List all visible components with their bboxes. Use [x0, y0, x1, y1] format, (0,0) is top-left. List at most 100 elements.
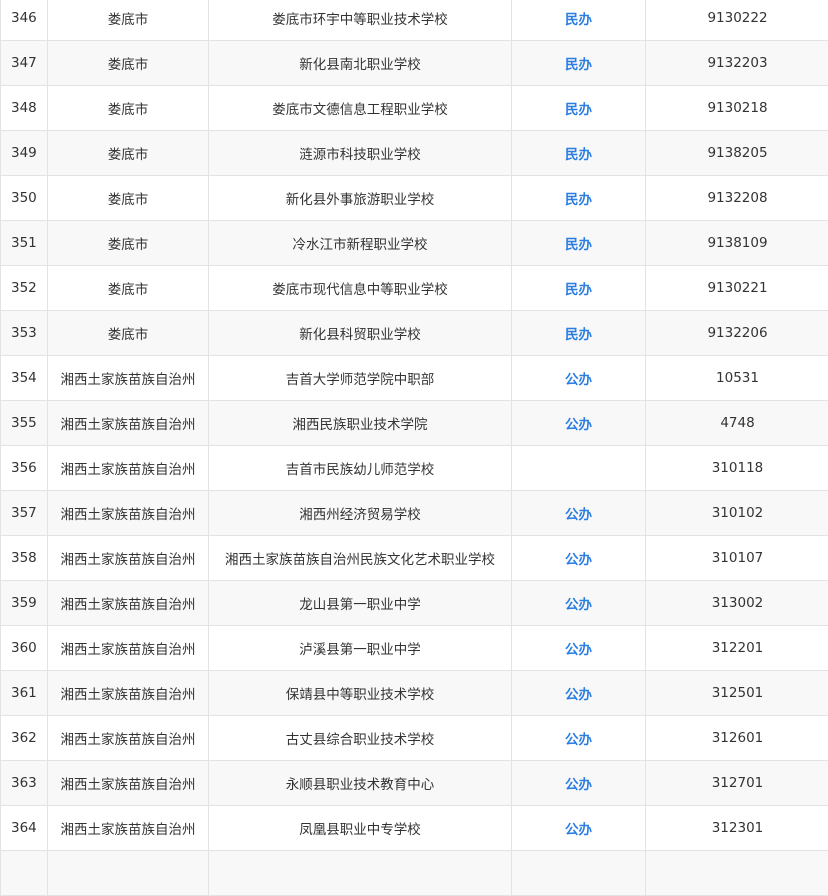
table-row: [1, 851, 828, 896]
table-body: 346娄底市娄底市环宇中等职业技术学校民办9130222347娄底市新化县南北职…: [1, 0, 828, 896]
school-type-cell: 公办: [512, 761, 646, 806]
school-type-label: 公办: [565, 507, 592, 523]
school-type-label: 民办: [565, 12, 592, 28]
city-cell: 湘西土家族苗族自治州: [48, 626, 209, 671]
school-type-label: 公办: [565, 687, 592, 703]
school-code-cell: 310107: [646, 536, 828, 581]
table-row: 352娄底市娄底市现代信息中等职业学校民办9130221: [1, 266, 828, 311]
school-name-cell: 古丈县综合职业技术学校: [209, 716, 512, 761]
school-code-cell: 310102: [646, 491, 828, 536]
school-type-cell: 民办: [512, 41, 646, 86]
school-type-cell: 民办: [512, 0, 646, 41]
table-row: 361湘西土家族苗族自治州保靖县中等职业技术学校 公办 312501: [1, 671, 828, 716]
city-cell: 湘西土家族苗族自治州: [48, 806, 209, 851]
school-name-cell: [209, 851, 512, 896]
city-cell: 湘西土家族苗族自治州: [48, 446, 209, 491]
city-cell: 湘西土家族苗族自治州: [48, 716, 209, 761]
school-name-cell: 龙山县第一职业中学: [209, 581, 512, 626]
table-row: 350娄底市新化县外事旅游职业学校民办9132208: [1, 176, 828, 221]
table-row: 360湘西土家族苗族自治州泸溪县第一职业中学公办312201: [1, 626, 828, 671]
school-type-cell: 民办: [512, 266, 646, 311]
school-type-cell: 公办: [512, 356, 646, 401]
row-number: 357: [1, 491, 48, 536]
school-code-cell: 9138205: [646, 131, 828, 176]
school-type-label: 民办: [565, 327, 592, 343]
table-row: 354湘西土家族苗族自治州吉首大学师范学院中职部公办10531: [1, 356, 828, 401]
school-name-cell: 新化县科贸职业学校: [209, 311, 512, 356]
school-code-cell: 312501: [646, 671, 828, 716]
row-number: 358: [1, 536, 48, 581]
school-type-cell: 公办: [512, 491, 646, 536]
school-code-cell: 310118: [646, 446, 828, 491]
table-row: 351娄底市冷水江市新程职业学校民办9138109: [1, 221, 828, 266]
school-code-cell: 9130218: [646, 86, 828, 131]
row-number: 361: [1, 671, 48, 716]
city-cell: 娄底市: [48, 86, 209, 131]
city-cell: 湘西土家族苗族自治州: [48, 401, 209, 446]
school-code-cell: 4748: [646, 401, 828, 446]
school-code-cell: 9130221: [646, 266, 828, 311]
school-code-cell: 9130222: [646, 0, 828, 41]
row-number: 362: [1, 716, 48, 761]
row-number: 348: [1, 86, 48, 131]
school-name-cell: 湘西土家族苗族自治州民族文化艺术职业学校: [209, 536, 512, 581]
city-cell: 娄底市: [48, 41, 209, 86]
city-cell: 娄底市: [48, 176, 209, 221]
school-type-label: 公办: [565, 372, 592, 388]
row-number: 363: [1, 761, 48, 806]
city-cell: 湘西土家族苗族自治州: [48, 536, 209, 581]
row-number: 346: [1, 0, 48, 41]
city-cell: 娄底市: [48, 221, 209, 266]
table-row: 353娄底市新化县科贸职业学校民办9132206: [1, 311, 828, 356]
table-row: 348娄底市娄底市文德信息工程职业学校民办9130218: [1, 86, 828, 131]
school-code-cell: 9132208: [646, 176, 828, 221]
city-cell: 湘西土家族苗族自治州: [48, 581, 209, 626]
school-name-cell: 涟源市科技职业学校: [209, 131, 512, 176]
school-type-cell: 民办: [512, 131, 646, 176]
row-number: 355: [1, 401, 48, 446]
school-type-cell: 公办: [512, 401, 646, 446]
school-type-cell: 民办: [512, 221, 646, 266]
city-cell: 湘西土家族苗族自治州: [48, 491, 209, 536]
school-type-cell: 公办: [512, 626, 646, 671]
school-name-cell: 凤凰县职业中专学校: [209, 806, 512, 851]
school-table: 346娄底市娄底市环宇中等职业技术学校民办9130222347娄底市新化县南北职…: [0, 0, 828, 896]
school-name-cell: 保靖县中等职业技术学校: [209, 671, 512, 716]
row-number: 351: [1, 221, 48, 266]
school-name-cell: 永顺县职业技术教育中心: [209, 761, 512, 806]
school-type-label: 公办: [565, 642, 592, 658]
row-number: 349: [1, 131, 48, 176]
table-row: 357湘西土家族苗族自治州湘西州经济贸易学校 公办 310102: [1, 491, 828, 536]
school-code-cell: 312201: [646, 626, 828, 671]
school-code-cell: 312601: [646, 716, 828, 761]
school-code-cell: 313002: [646, 581, 828, 626]
school-type-label: 民办: [565, 237, 592, 253]
school-name-cell: 湘西州经济贸易学校: [209, 491, 512, 536]
row-number: 356: [1, 446, 48, 491]
school-type-cell: [512, 851, 646, 896]
school-type-label: 民办: [565, 192, 592, 208]
row-number: 352: [1, 266, 48, 311]
row-number: [1, 851, 48, 896]
table-row: 347娄底市新化县南北职业学校民办9132203: [1, 41, 828, 86]
row-number: 360: [1, 626, 48, 671]
school-name-cell: 娄底市环宇中等职业技术学校: [209, 0, 512, 41]
school-type-cell: 公办: [512, 716, 646, 761]
school-code-cell: 10531: [646, 356, 828, 401]
school-name-cell: 冷水江市新程职业学校: [209, 221, 512, 266]
school-type-label: 公办: [565, 552, 592, 568]
school-type-label: 民办: [565, 57, 592, 73]
table-row: 355湘西土家族苗族自治州湘西民族职业技术学院公办4748: [1, 401, 828, 446]
table-row: 363湘西土家族苗族自治州永顺县职业技术教育中心公办312701: [1, 761, 828, 806]
city-cell: 娄底市: [48, 311, 209, 356]
school-code-cell: 9132206: [646, 311, 828, 356]
city-cell: 湘西土家族苗族自治州: [48, 671, 209, 716]
school-name-cell: 新化县外事旅游职业学校: [209, 176, 512, 221]
school-code-cell: [646, 851, 828, 896]
city-cell: 娄底市: [48, 0, 209, 41]
school-type-label: 民办: [565, 102, 592, 118]
row-number: 359: [1, 581, 48, 626]
school-name-cell: 吉首大学师范学院中职部: [209, 356, 512, 401]
school-type-cell: 民办: [512, 176, 646, 221]
school-name-cell: 湘西民族职业技术学院: [209, 401, 512, 446]
